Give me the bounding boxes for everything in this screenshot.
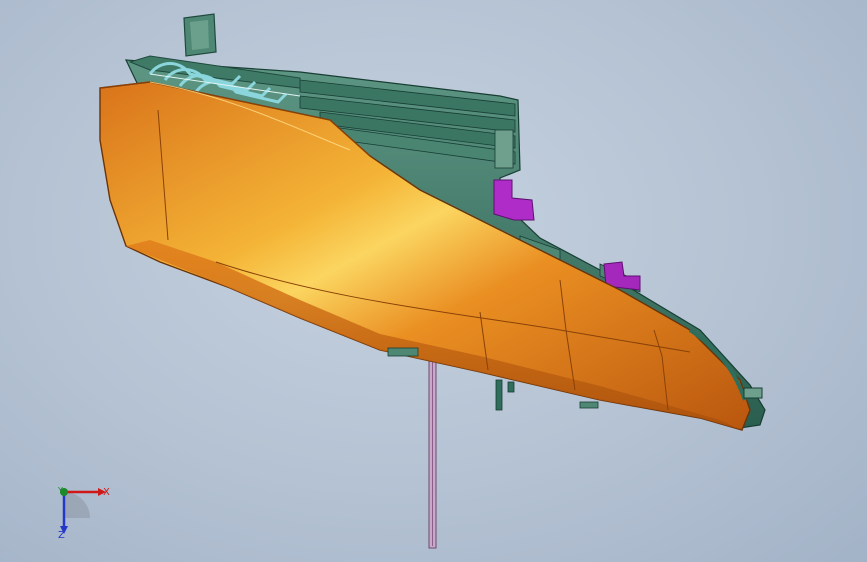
z-axis-label: Z [58, 530, 65, 541]
y-axis-label: Y [58, 486, 63, 495]
support-rod [428, 359, 437, 549]
locating-pin [743, 387, 763, 399]
x-axis-label: X [103, 487, 110, 498]
cad-viewport[interactable]: X Y Z [0, 0, 867, 562]
headlamp-model[interactable] [0, 0, 867, 562]
mounting-tab [183, 13, 217, 57]
